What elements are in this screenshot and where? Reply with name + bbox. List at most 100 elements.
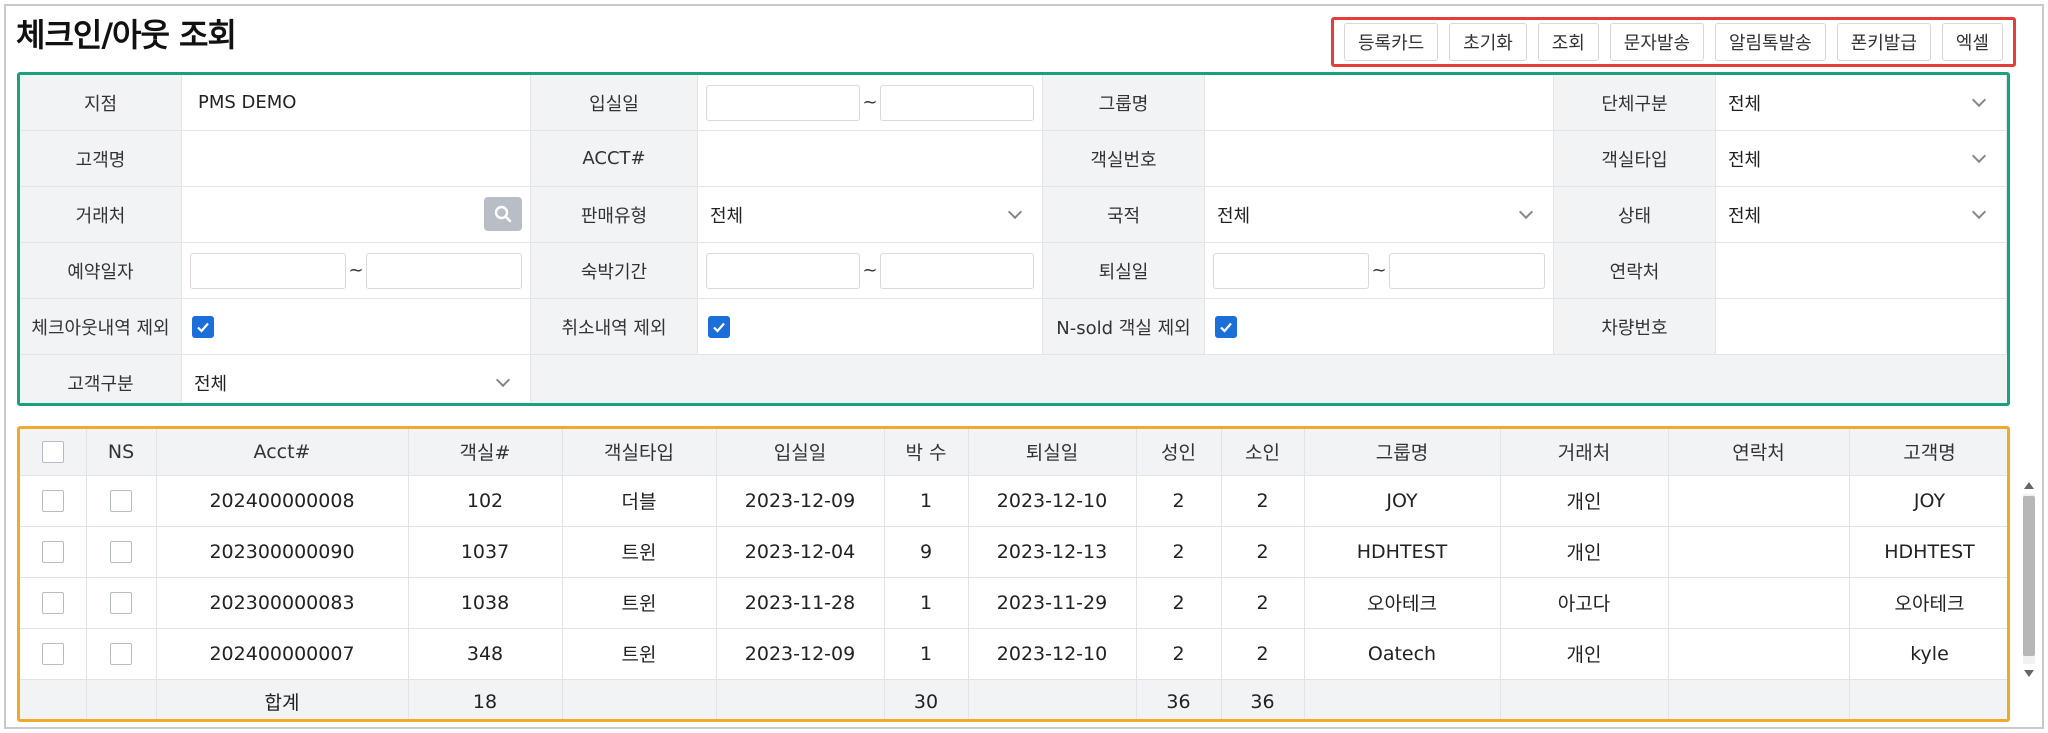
scroll-up-arrow-icon[interactable] xyxy=(2024,482,2034,489)
sales-type-value: 전체 xyxy=(710,205,744,227)
table-cell: JOY xyxy=(1304,475,1501,527)
column-header[interactable]: NS xyxy=(86,429,157,476)
checkout-to-input[interactable] xyxy=(1388,252,1545,289)
table-cell: 개인 xyxy=(1500,526,1669,578)
column-header[interactable]: 박 수 xyxy=(884,429,969,476)
nationality-label: 국적 xyxy=(1043,187,1205,243)
sales-type-label: 판매유형 xyxy=(531,187,698,243)
stay-to-input[interactable] xyxy=(879,252,1034,289)
room-type-select[interactable]: 전체 xyxy=(1716,131,2007,187)
checkout-from-input[interactable] xyxy=(1213,252,1370,289)
column-header[interactable]: 성인 xyxy=(1136,429,1222,476)
reset-button[interactable]: 초기화 xyxy=(1449,23,1527,61)
summary-nights: 30 xyxy=(884,679,969,719)
column-header[interactable]: 소인 xyxy=(1221,429,1305,476)
column-header[interactable]: 거래처 xyxy=(1500,429,1669,476)
range-separator: ~ xyxy=(862,92,878,113)
exclude-cancel-checkbox[interactable] xyxy=(708,315,730,338)
search-button[interactable]: 조회 xyxy=(1537,23,1599,61)
column-header[interactable]: 연락처 xyxy=(1668,429,1850,476)
exclude-nsold-checkbox[interactable] xyxy=(1215,315,1237,338)
exclude-checkout-label: 체크아웃내역 제외 xyxy=(20,299,182,355)
checkmark-icon xyxy=(197,322,209,333)
acct-input[interactable] xyxy=(698,131,1043,187)
table-cell: 오아테크 xyxy=(1849,577,2007,629)
chevron-down-icon xyxy=(1518,204,1534,219)
chevron-down-icon xyxy=(1971,148,1987,163)
branch-value: PMS DEMO xyxy=(182,75,531,131)
reservation-to-input[interactable] xyxy=(365,252,522,289)
scrollbar-thumb[interactable] xyxy=(2023,496,2035,656)
table-row[interactable]: 202400000008 102 더블 2023-12-09 1 2023-12… xyxy=(20,475,2007,527)
ns-cell xyxy=(86,628,157,680)
send-alimtalk-button[interactable]: 알림톡발송 xyxy=(1714,23,1826,61)
table-cell: 2 xyxy=(1136,628,1222,680)
table-cell: 오아테크 xyxy=(1304,577,1501,629)
registration-card-button[interactable]: 등록카드 xyxy=(1344,23,1439,61)
column-header[interactable]: 객실타입 xyxy=(562,429,717,476)
exclude-cancel-label: 취소내역 제외 xyxy=(531,299,698,355)
chevron-down-icon xyxy=(495,372,511,387)
customer-type-label: 고객구분 xyxy=(20,355,182,403)
customer-name-input[interactable] xyxy=(182,131,531,187)
table-cell: 1 xyxy=(884,628,969,680)
issue-phone-key-button[interactable]: 폰키발급 xyxy=(1836,23,1931,61)
select-all-checkbox[interactable] xyxy=(41,441,64,463)
sales-type-select[interactable]: 전체 xyxy=(698,187,1043,243)
column-header[interactable]: Acct# xyxy=(156,429,409,476)
range-separator: ~ xyxy=(862,260,878,281)
table-cell: 1 xyxy=(884,475,969,527)
room-number-input[interactable] xyxy=(1205,131,1554,187)
ns-checkbox[interactable] xyxy=(110,540,132,563)
checkin-from-input[interactable] xyxy=(706,84,861,121)
row-checkbox[interactable] xyxy=(41,642,64,665)
customer-type-select[interactable]: 전체 xyxy=(182,355,531,403)
column-header[interactable]: 그룹명 xyxy=(1304,429,1501,476)
row-checkbox[interactable] xyxy=(41,540,64,563)
ns-checkbox[interactable] xyxy=(110,591,132,614)
vendor-search-button[interactable] xyxy=(484,197,522,231)
table-row[interactable]: 202300000083 1038 트윈 2023-11-28 1 2023-1… xyxy=(20,577,2007,629)
ns-cell xyxy=(86,577,157,629)
table-cell: 더블 xyxy=(562,475,717,527)
send-sms-button[interactable]: 문자발송 xyxy=(1609,23,1705,61)
nationality-select[interactable]: 전체 xyxy=(1205,187,1554,243)
group-type-label: 단체구분 xyxy=(1554,75,1716,131)
scroll-down-arrow-icon[interactable] xyxy=(2024,670,2034,677)
status-select[interactable]: 전체 xyxy=(1716,187,2007,243)
ns-checkbox[interactable] xyxy=(110,489,132,512)
table-header-row: NS Acct# 객실# 객실타입 입실일 박 수 퇴실일 성인 소인 그룹명 … xyxy=(20,429,2007,476)
ns-checkbox[interactable] xyxy=(110,642,132,665)
contact-input[interactable] xyxy=(1716,243,2007,299)
table-row[interactable]: 202400000007 348 트윈 2023-12-09 1 2023-12… xyxy=(20,628,2007,680)
table-cell: 2023-12-10 xyxy=(968,475,1137,527)
column-header[interactable]: 퇴실일 xyxy=(968,429,1137,476)
exclude-checkout-checkbox[interactable] xyxy=(192,315,214,338)
row-checkbox[interactable] xyxy=(41,591,64,614)
car-number-input[interactable] xyxy=(1716,299,2007,355)
branch-label: 지점 xyxy=(20,75,182,131)
excel-export-button[interactable]: 엑셀 xyxy=(1941,23,2003,61)
table-cell: HDHTEST xyxy=(1849,526,2007,578)
stay-from-input[interactable] xyxy=(706,252,861,289)
reservation-from-input[interactable] xyxy=(190,252,347,289)
page-title: 체크인/아웃 조회 xyxy=(16,16,237,54)
column-header[interactable]: 고객명 xyxy=(1849,429,2007,476)
table-cell: 개인 xyxy=(1500,475,1669,527)
row-checkbox[interactable] xyxy=(41,489,64,512)
table-row[interactable]: 202300000090 1037 트윈 2023-12-04 9 2023-1… xyxy=(20,526,2007,578)
nationality-value: 전체 xyxy=(1217,205,1251,227)
group-name-input[interactable] xyxy=(1205,75,1554,131)
grid-scrollbar[interactable] xyxy=(2019,476,2037,682)
room-number-label: 객실번호 xyxy=(1043,131,1205,187)
group-type-select[interactable]: 전체 xyxy=(1716,75,2007,131)
summary-cell xyxy=(1500,679,1669,719)
range-separator: ~ xyxy=(348,260,364,281)
vendor-input[interactable] xyxy=(182,187,531,243)
table-cell: 2023-12-04 xyxy=(716,526,885,578)
column-header[interactable]: 객실# xyxy=(408,429,563,476)
status-value: 전체 xyxy=(1728,205,1762,227)
reservation-date-label: 예약일자 xyxy=(20,243,182,299)
column-header[interactable]: 입실일 xyxy=(716,429,885,476)
checkin-to-input[interactable] xyxy=(879,84,1034,121)
